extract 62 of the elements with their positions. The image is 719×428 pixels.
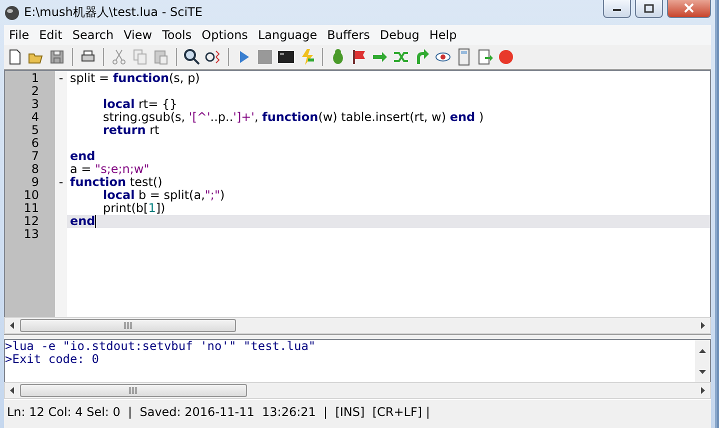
- menu-item[interactable]: Language: [252, 28, 322, 42]
- menu-item[interactable]: Tools: [157, 28, 197, 42]
- code-line: string.gsub(s, '[^'..p..']+', function(w) table.insert(rt, w) end ): [102, 111, 485, 124]
- line-number: 5: [30, 124, 40, 137]
- maximize-icon: [644, 4, 654, 12]
- scrollbar-thumb[interactable]: [20, 319, 236, 332]
- circle-icon[interactable]: [497, 48, 515, 66]
- output-line: >lua -e "io.stdout:setvbuf 'no'" "test.lua": [5, 340, 317, 353]
- code-line: a = "s;e;n;w": [69, 163, 150, 176]
- scroll-down-icon[interactable]: [698, 368, 707, 374]
- status-text: Ln: 12 Col: 4 Sel: 0 | Saved: 2016-11-11 13:26:21 | [INS] [CR+LF] |: [7, 405, 430, 419]
- save-icon[interactable]: [48, 48, 66, 66]
- line-number: 12: [22, 215, 40, 228]
- line-number: 2: [30, 85, 40, 98]
- horizontal-scrollbar[interactable]: [4, 317, 711, 334]
- scroll-up-icon[interactable]: [698, 348, 707, 354]
- scroll-grip-icon: [129, 387, 138, 394]
- code-line: print(b[1]): [102, 202, 166, 215]
- fold-marker[interactable]: -: [55, 176, 67, 189]
- close-icon: [684, 3, 694, 13]
- menu-item[interactable]: Help: [424, 28, 462, 42]
- code-editor[interactable]: [4, 70, 711, 317]
- line-number: 9: [30, 176, 40, 189]
- terminal-icon[interactable]: [277, 48, 295, 66]
- search-icon[interactable]: [183, 48, 201, 66]
- code-line: split = function(s, p): [69, 72, 201, 85]
- horizontal-scrollbar[interactable]: [4, 382, 711, 399]
- minimize-button[interactable]: [603, 0, 631, 18]
- menu-item[interactable]: File: [4, 28, 34, 42]
- line-number: 8: [30, 163, 40, 176]
- output-line: >Exit code: 0: [5, 353, 100, 366]
- sphere-icon: [4, 4, 20, 20]
- maximize-button[interactable]: [635, 0, 663, 18]
- menu-item[interactable]: Debug: [374, 28, 424, 42]
- code-line: local b = split(a,";"): [102, 189, 226, 202]
- window-title: E:\mush机器人\test.lua - SciTE: [24, 4, 204, 21]
- flag-icon[interactable]: [350, 48, 368, 66]
- menu-item[interactable]: Edit: [34, 28, 68, 42]
- menu-item[interactable]: Options: [196, 28, 253, 42]
- close-button[interactable]: [667, 0, 711, 18]
- line-number: 1: [30, 72, 40, 85]
- menu-item[interactable]: Search: [67, 28, 119, 42]
- fold-marker[interactable]: -: [55, 72, 67, 85]
- scrollbar-thumb[interactable]: [20, 384, 247, 397]
- code-line: end: [69, 150, 96, 163]
- line-number: 7: [30, 150, 40, 163]
- replace-icon[interactable]: [204, 48, 222, 66]
- menu-item[interactable]: Buffers: [322, 28, 375, 42]
- line-number: 11: [22, 202, 40, 215]
- line-number: 3: [30, 98, 40, 111]
- code-line: local rt= {}: [102, 98, 178, 111]
- code-line: function test(): [69, 176, 164, 189]
- line-number: 10: [22, 189, 40, 202]
- document-arrow-icon[interactable]: [476, 48, 494, 66]
- line-number: 13: [22, 228, 40, 241]
- line-number: 6: [30, 137, 40, 150]
- text-caret: [95, 215, 96, 228]
- line-number: 4: [30, 111, 40, 124]
- code-line: return rt: [102, 124, 160, 137]
- vertical-scrollbar[interactable]: [695, 340, 710, 382]
- menu-item[interactable]: View: [118, 28, 158, 42]
- scroll-grip-icon: [124, 322, 132, 329]
